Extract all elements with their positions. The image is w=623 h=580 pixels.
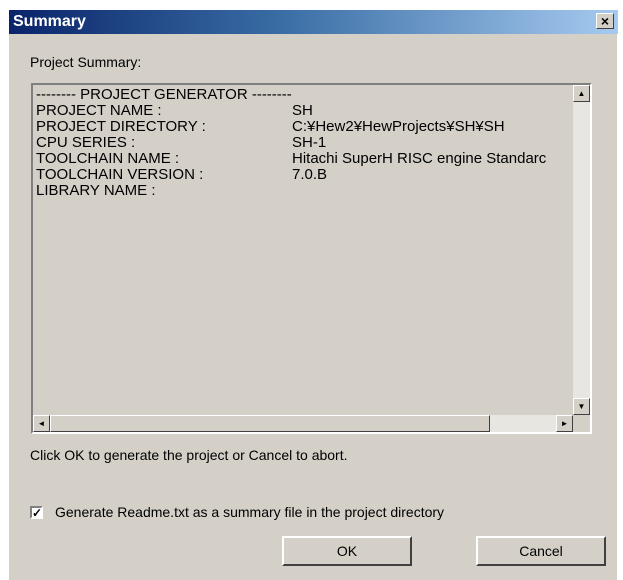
- instruction-text: Click OK to generate the project or Canc…: [30, 447, 348, 463]
- summary-dialog: Summary × Project Summary: -------- PROJ…: [8, 9, 618, 580]
- summary-row: TOOLCHAIN VERSION : 7.0.B: [36, 167, 573, 183]
- summary-textbox[interactable]: -------- PROJECT GENERATOR -------- PROJ…: [31, 83, 592, 434]
- horizontal-scrollbar[interactable]: ◄ ►: [33, 415, 573, 432]
- summary-row-key: TOOLCHAIN VERSION :: [36, 166, 204, 183]
- summary-row-key: TOOLCHAIN NAME :: [36, 150, 180, 167]
- summary-row-key: CPU SERIES :: [36, 134, 136, 151]
- scroll-left-icon[interactable]: ◄: [33, 415, 50, 432]
- close-icon[interactable]: ×: [596, 13, 614, 29]
- cancel-button[interactable]: Cancel: [476, 536, 606, 566]
- title-bar[interactable]: Summary ×: [9, 10, 618, 34]
- summary-row-key: PROJECT NAME :: [36, 102, 162, 119]
- summary-row-value: SH-1: [292, 134, 327, 151]
- summary-header-line: -------- PROJECT GENERATOR --------: [36, 86, 292, 103]
- summary-row-value: Hitachi SuperH RISC engine Standarc: [292, 150, 547, 167]
- summary-row: LIBRARY NAME :: [36, 183, 573, 199]
- summary-row: PROJECT NAME : SH: [36, 103, 573, 119]
- scroll-up-icon[interactable]: ▲: [573, 85, 590, 102]
- vertical-scrollbar[interactable]: ▲ ▼: [573, 85, 590, 415]
- readme-checkbox-label[interactable]: Generate Readme.txt as a summary file in…: [55, 504, 444, 520]
- summary-row-key: PROJECT DIRECTORY :: [36, 118, 206, 135]
- scroll-down-icon[interactable]: ▼: [573, 398, 590, 415]
- window-title: Summary: [13, 13, 86, 30]
- summary-row-value: SH: [292, 102, 313, 119]
- scrollbar-corner: [573, 415, 590, 432]
- summary-row: PROJECT DIRECTORY : C:¥Hew2¥HewProjects¥…: [36, 119, 573, 135]
- summary-row: CPU SERIES : SH-1: [36, 135, 573, 151]
- ok-button[interactable]: OK: [282, 536, 412, 566]
- summary-row-value: C:¥Hew2¥HewProjects¥SH¥SH: [292, 118, 505, 135]
- summary-content: -------- PROJECT GENERATOR -------- PROJ…: [33, 85, 573, 415]
- horizontal-scroll-thumb[interactable]: [50, 415, 490, 432]
- summary-row: TOOLCHAIN NAME : Hitachi SuperH RISC eng…: [36, 151, 573, 167]
- summary-row-key: LIBRARY NAME :: [36, 182, 156, 199]
- readme-checkbox[interactable]: ✓: [30, 506, 43, 519]
- summary-row-value: 7.0.B: [292, 166, 328, 183]
- scroll-right-icon[interactable]: ►: [556, 415, 573, 432]
- project-summary-label: Project Summary:: [30, 54, 142, 70]
